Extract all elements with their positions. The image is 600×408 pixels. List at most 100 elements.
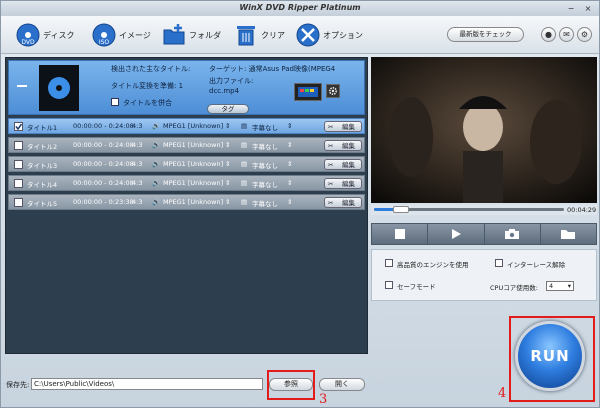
dropdown-arrows-icon[interactable]: ⇕ — [225, 198, 230, 206]
output-file: dcc.mp4 — [209, 87, 240, 95]
tablet-icon — [298, 87, 318, 97]
open-button[interactable]: 開く — [319, 378, 365, 391]
dropdown-arrows-icon[interactable]: ⇕ — [225, 122, 230, 130]
title-checkbox[interactable] — [14, 160, 23, 169]
title-row[interactable]: タイトル1 00:00:00 - 0:24:08 4:3 🔊 MPEG1 [Unknow… — [8, 118, 365, 134]
toolbar: DVD ディスク ISO イメージ フォルダ クリア オプション 最新版をチェッ… — [1, 16, 599, 54]
output-settings-button[interactable] — [326, 84, 340, 98]
title-row[interactable]: タイトル5 00:00:00 - 0:23:38 4:3 🔊 MPEG1 [Unknow… — [8, 194, 365, 210]
stop-icon — [394, 229, 405, 239]
cpu-cores-select[interactable]: 4 ▾ — [546, 281, 574, 291]
seek-handle[interactable] — [393, 206, 409, 213]
title-range: 00:00:00 - 0:24:08 — [73, 122, 134, 130]
dropdown-arrows-icon[interactable]: ⇕ — [287, 198, 292, 206]
close-button[interactable]: × — [581, 3, 595, 14]
audio-icon: 🔊 — [152, 198, 161, 206]
tag-button[interactable]: タグ — [207, 104, 249, 114]
mail-button[interactable]: ✉ — [559, 27, 574, 42]
camera-icon — [505, 229, 520, 239]
play-button[interactable] — [428, 224, 485, 244]
title-subtitle[interactable]: 字幕なし — [252, 198, 278, 208]
safe-mode-label: セーフモード — [397, 283, 436, 291]
safe-mode-checkbox[interactable] — [385, 281, 393, 289]
title-row[interactable]: タイトル3 00:00:00 - 0:24:08 4:3 🔊 MPEG1 [Unknow… — [8, 156, 365, 172]
image-label: イメージ — [119, 30, 151, 40]
dropdown-arrows-icon[interactable]: ⇕ — [287, 122, 292, 130]
dropdown-arrows-icon[interactable]: ⇕ — [287, 160, 292, 168]
playback-time: 00:04:29 — [567, 206, 597, 214]
settings-icon: ⚙ — [580, 30, 589, 39]
scissors-icon: ✂ — [328, 199, 334, 207]
title-name: タイトル4 — [27, 181, 58, 189]
merge-label: タイトルを併合 — [123, 99, 172, 107]
title-row[interactable]: タイトル4 00:00:00 - 0:24:08 4:3 🔊 MPEG1 [Unknow… — [8, 175, 365, 191]
image-button[interactable]: ISO イメージ — [91, 21, 151, 49]
title-subtitle[interactable]: 字幕なし — [252, 122, 278, 132]
title-audio[interactable]: MPEG1 [Unknown] — [163, 141, 223, 149]
title-audio[interactable]: MPEG1 [Unknown] — [163, 179, 223, 187]
conversion-options: 高品質のエンジンを使用 インターレース解除 セーフモード CPUコア使用数: 4… — [371, 249, 597, 301]
merge-checkbox[interactable] — [111, 98, 119, 106]
dropdown-arrows-icon[interactable]: ⇕ — [287, 179, 292, 187]
user-icon: ● — [545, 30, 552, 39]
edit-button[interactable]: ✂ 編集 — [324, 140, 362, 151]
title-range: 00:00:00 - 0:24:08 — [73, 141, 134, 149]
dropdown-arrows-icon[interactable]: ⇕ — [225, 179, 230, 187]
clear-button[interactable]: クリア — [233, 21, 285, 49]
title-checkbox[interactable] — [14, 179, 23, 188]
audio-icon: 🔊 — [152, 179, 161, 187]
stop-button[interactable] — [372, 224, 429, 244]
save-destination-label: 保存先: — [6, 381, 30, 389]
snapshot-button[interactable] — [485, 224, 541, 244]
seek-bar[interactable]: 00:04:29 — [371, 205, 597, 215]
title-audio[interactable]: MPEG1 [Unknown] — [163, 160, 223, 168]
settings-button[interactable]: ⚙ — [577, 27, 592, 42]
title-aspect: 4:3 — [132, 198, 143, 206]
folder-button[interactable]: フォルダ — [161, 21, 221, 49]
source-thumbnail — [39, 65, 79, 111]
hq-engine-label: 高品質のエンジンを使用 — [397, 261, 469, 269]
title-aspect: 4:3 — [132, 160, 143, 168]
disc-button[interactable]: DVD ディスク — [15, 21, 74, 49]
title-name: タイトル3 — [27, 162, 58, 170]
save-path-input[interactable]: C:\Users\Public\Videos\ — [31, 378, 263, 390]
dvd-disc-icon: DVD — [15, 22, 41, 48]
title-checkbox[interactable] — [14, 141, 23, 150]
title-audio[interactable]: MPEG1 [Unknown] — [163, 122, 223, 130]
edit-button[interactable]: ✂ 編集 — [324, 159, 362, 170]
subtitle-icon: ▤ — [241, 179, 248, 187]
scissors-icon: ✂ — [328, 123, 334, 131]
deinterlace-checkbox[interactable] — [495, 259, 503, 267]
title-subtitle[interactable]: 字幕なし — [252, 179, 278, 189]
title-subtitle[interactable]: 字幕なし — [252, 160, 278, 170]
minimize-button[interactable]: − — [564, 3, 578, 14]
title-audio[interactable]: MPEG1 [Unknown] — [163, 198, 223, 206]
open-snapshot-folder-button[interactable] — [541, 224, 596, 244]
collapse-icon[interactable] — [17, 85, 27, 87]
edit-button[interactable]: ✂ 編集 — [324, 178, 362, 189]
app-window: WinX DVD Ripper Platinum − × DVD ディスク IS… — [0, 0, 600, 408]
user-button[interactable]: ● — [541, 27, 556, 42]
output-device-thumbnail — [294, 83, 322, 101]
title-aspect: 4:3 — [132, 141, 143, 149]
edit-label: 編集 — [342, 123, 355, 131]
audio-icon: 🔊 — [152, 122, 161, 130]
title-name: タイトル2 — [27, 143, 58, 151]
browse-highlight-box — [267, 370, 315, 400]
chevron-down-icon: ▾ — [567, 282, 571, 290]
dropdown-arrows-icon[interactable]: ⇕ — [225, 141, 230, 149]
source-summary[interactable]: 検出された主なタイトル: タイトル変換を準備: 1 タイトルを併合 ターゲット:… — [8, 60, 365, 115]
title-checkbox[interactable] — [14, 198, 23, 207]
iso-disc-icon: ISO — [91, 22, 117, 48]
hq-engine-checkbox[interactable] — [385, 259, 393, 267]
title-row[interactable]: タイトル2 00:00:00 - 0:24:08 4:3 🔊 MPEG1 [Unknow… — [8, 137, 365, 153]
title-subtitle[interactable]: 字幕なし — [252, 141, 278, 151]
check-update-button[interactable]: 最新版をチェック — [447, 27, 524, 42]
title-checkbox[interactable] — [14, 122, 23, 131]
dropdown-arrows-icon[interactable]: ⇕ — [287, 141, 292, 149]
dropdown-arrows-icon[interactable]: ⇕ — [225, 160, 230, 168]
options-button[interactable]: オプション — [295, 21, 363, 49]
trash-icon — [233, 22, 259, 48]
edit-button[interactable]: ✂ 編集 — [324, 121, 362, 132]
edit-button[interactable]: ✂ 編集 — [324, 197, 362, 208]
